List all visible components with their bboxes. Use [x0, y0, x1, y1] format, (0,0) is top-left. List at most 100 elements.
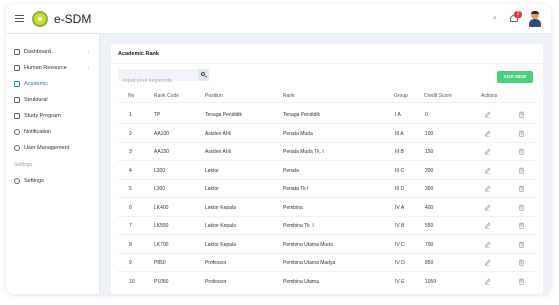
trash-icon[interactable]	[518, 241, 525, 248]
cell-position: Lektor Kepala	[205, 241, 236, 248]
sidebar-item-label: Academic	[24, 81, 49, 87]
cell-group: III B	[395, 149, 404, 155]
sidebar-item-settings[interactable]: Settings	[6, 174, 100, 188]
cell-credit-score: 300	[425, 186, 434, 192]
cell-group: III C	[395, 167, 405, 174]
edit-icon[interactable]	[484, 204, 491, 211]
chevron-right-icon: ›	[88, 65, 90, 71]
cell-credit-score: 400	[425, 204, 434, 211]
row-divider	[118, 197, 536, 198]
cell-rank: Penata Tk I	[283, 186, 309, 192]
cell-rank: Tenaga Pendidik	[283, 112, 320, 118]
edit-icon[interactable]	[484, 259, 491, 266]
sidebar-item-label: Study Program	[24, 113, 61, 119]
trash-icon[interactable]	[518, 222, 525, 229]
cell-rank: Penata Muda Tk. I	[283, 149, 324, 155]
sidebar-item-label: Dashboard	[24, 49, 51, 55]
column-header-no: No	[128, 93, 135, 99]
logo-icon	[32, 11, 48, 27]
cell-credit-score: 550	[425, 223, 434, 229]
sidebar-item-human-resource[interactable]: Human Resource ›	[6, 61, 100, 75]
edit-icon[interactable]	[484, 185, 491, 192]
trash-icon[interactable]	[518, 130, 525, 137]
trash-icon[interactable]	[518, 185, 525, 192]
sidebar-item-academic[interactable]: Academic	[6, 77, 100, 91]
document-icon	[14, 65, 20, 71]
cell-no: 5	[129, 186, 132, 192]
cell-position: Professor	[205, 260, 227, 266]
avatar-icon[interactable]	[528, 11, 542, 27]
gear-icon	[14, 178, 20, 184]
row-divider	[118, 234, 536, 235]
search-field	[118, 69, 198, 87]
folder-icon	[14, 113, 20, 119]
trash-icon[interactable]	[518, 167, 525, 174]
user-icon	[14, 145, 20, 151]
trash-icon[interactable]	[518, 204, 525, 211]
trash-icon[interactable]	[518, 148, 525, 155]
search-icon[interactable]: ⌕	[493, 15, 497, 23]
cell-position: Professor	[205, 278, 227, 285]
column-header-group: Group	[394, 93, 408, 99]
top-bar: e-SDM ⌕ 2	[6, 4, 551, 34]
cell-credit-score: 200	[425, 167, 434, 174]
cell-rank: Pembina Utama Muda	[283, 241, 333, 248]
cell-position: Tenaga Pendidik	[205, 112, 242, 118]
row-divider	[118, 252, 536, 254]
sidebar-item-dashboard[interactable]: Dashboard ›	[6, 45, 100, 59]
column-header-position: Position	[205, 93, 223, 99]
row-divider	[118, 271, 536, 272]
cell-no: 9	[129, 260, 132, 266]
edit-icon[interactable]	[484, 167, 491, 174]
sidebar-item-label: Settings	[24, 178, 44, 184]
sidebar-item-label: Notification	[24, 129, 52, 135]
cell-group: IV B	[395, 223, 405, 229]
cell-rank: Penata	[283, 167, 299, 174]
cell-position: Lektor	[205, 186, 219, 192]
trash-icon[interactable]	[518, 278, 525, 285]
row-divider	[118, 123, 536, 124]
sidebar-section-settings: Settings	[14, 162, 33, 168]
cell-rank-code: LK400	[154, 204, 169, 211]
building-icon	[14, 97, 20, 103]
column-header-rank-code: Rank Code	[154, 93, 180, 99]
column-header-actions: Actions	[481, 93, 498, 99]
bell-icon[interactable]: 2	[509, 11, 522, 24]
hamburger-icon[interactable]	[15, 15, 24, 22]
trash-icon[interactable]	[518, 111, 525, 118]
cell-rank: Pembina Utama	[283, 278, 319, 285]
edit-icon[interactable]	[484, 130, 491, 137]
cell-no: 1	[129, 112, 132, 118]
cell-group: IV C	[395, 241, 405, 248]
edit-icon[interactable]	[484, 148, 491, 155]
sidebar: Dashboard › Human Resource › Academic St…	[6, 34, 100, 294]
edit-icon[interactable]	[484, 241, 491, 248]
edit-icon[interactable]	[484, 111, 491, 118]
cell-credit-score: 1050	[425, 278, 437, 285]
cell-no: 7	[129, 223, 132, 229]
row-divider	[118, 160, 536, 161]
divider	[111, 63, 543, 64]
search-button[interactable]	[198, 69, 209, 81]
sidebar-item-label: Struktural	[24, 97, 48, 103]
edit-icon[interactable]	[484, 278, 491, 285]
cell-credit-score: 0	[425, 112, 428, 118]
edit-icon[interactable]	[484, 222, 491, 229]
sidebar-item-notification[interactable]: Notification	[6, 125, 100, 139]
cell-group: III A	[395, 130, 404, 137]
cell-position: Asisten Ahli	[205, 149, 231, 155]
sidebar-item-struktural[interactable]: Struktural	[6, 93, 100, 107]
add-new-button[interactable]: ADD NEW	[497, 71, 533, 83]
book-icon	[14, 81, 20, 87]
cell-rank: Penata Muda	[283, 130, 313, 137]
cell-position: Lektor Kepala	[205, 223, 236, 229]
cell-no: 2	[129, 130, 132, 137]
sidebar-item-study-program[interactable]: Study Program	[6, 109, 100, 123]
sidebar-item-user-management[interactable]: User Management	[6, 141, 100, 155]
cell-position: Lektor Kepala	[205, 204, 236, 211]
bell-icon	[14, 129, 20, 135]
search-input[interactable]	[118, 75, 198, 87]
cell-rank-code: AA150	[154, 149, 170, 155]
trash-icon[interactable]	[518, 259, 525, 266]
cell-rank-code: AA100	[154, 130, 170, 137]
